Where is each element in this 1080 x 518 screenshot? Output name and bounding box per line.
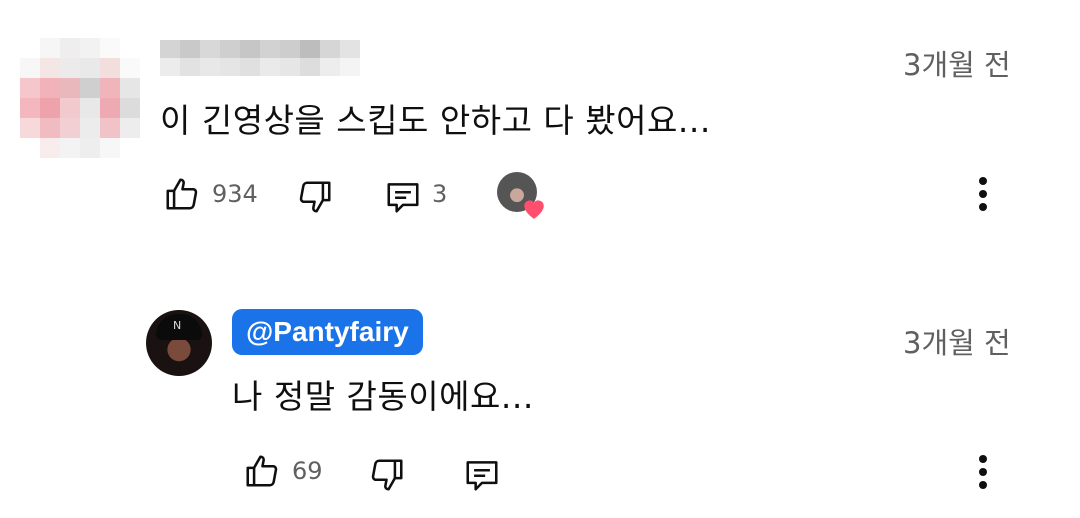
thumbs-up-icon bbox=[166, 178, 198, 210]
thumbs-down-icon bbox=[299, 181, 331, 213]
reply-dislike-button[interactable] bbox=[368, 456, 406, 494]
more-options-button[interactable] bbox=[977, 177, 989, 216]
comment-text: 이 긴영상을 스킵도 안하고 다 봤어요... bbox=[160, 101, 711, 140]
reply-avatar[interactable]: N bbox=[146, 310, 212, 376]
reply-author-mention[interactable]: @Pantyfairy bbox=[232, 309, 423, 355]
like-button[interactable] bbox=[163, 175, 201, 213]
reply-more-options-button[interactable] bbox=[977, 455, 989, 494]
commenter-username-blurred[interactable] bbox=[160, 40, 360, 76]
comment-icon bbox=[466, 461, 498, 491]
reply-text: 나 정말 감동이에요... bbox=[232, 377, 534, 416]
like-count: 934 bbox=[212, 180, 258, 208]
reply-button[interactable] bbox=[383, 178, 423, 216]
reply-count: 3 bbox=[432, 180, 448, 208]
cap-logo-icon: N bbox=[173, 319, 182, 332]
thumbs-up-icon bbox=[246, 455, 278, 487]
reply-timestamp: 3개월 전 bbox=[903, 326, 1011, 360]
reply-like-button[interactable] bbox=[243, 452, 281, 490]
reply-like-count: 69 bbox=[292, 457, 323, 485]
thumbs-down-icon bbox=[371, 459, 403, 491]
dislike-button[interactable] bbox=[296, 178, 334, 216]
more-vert-icon bbox=[979, 455, 987, 463]
comment-timestamp: 3개월 전 bbox=[903, 48, 1011, 82]
more-vert-icon bbox=[979, 177, 987, 185]
comment-icon bbox=[387, 183, 419, 213]
commenter-avatar[interactable] bbox=[20, 38, 140, 158]
reply-reply-button[interactable] bbox=[462, 456, 502, 494]
heart-icon bbox=[524, 200, 544, 219]
